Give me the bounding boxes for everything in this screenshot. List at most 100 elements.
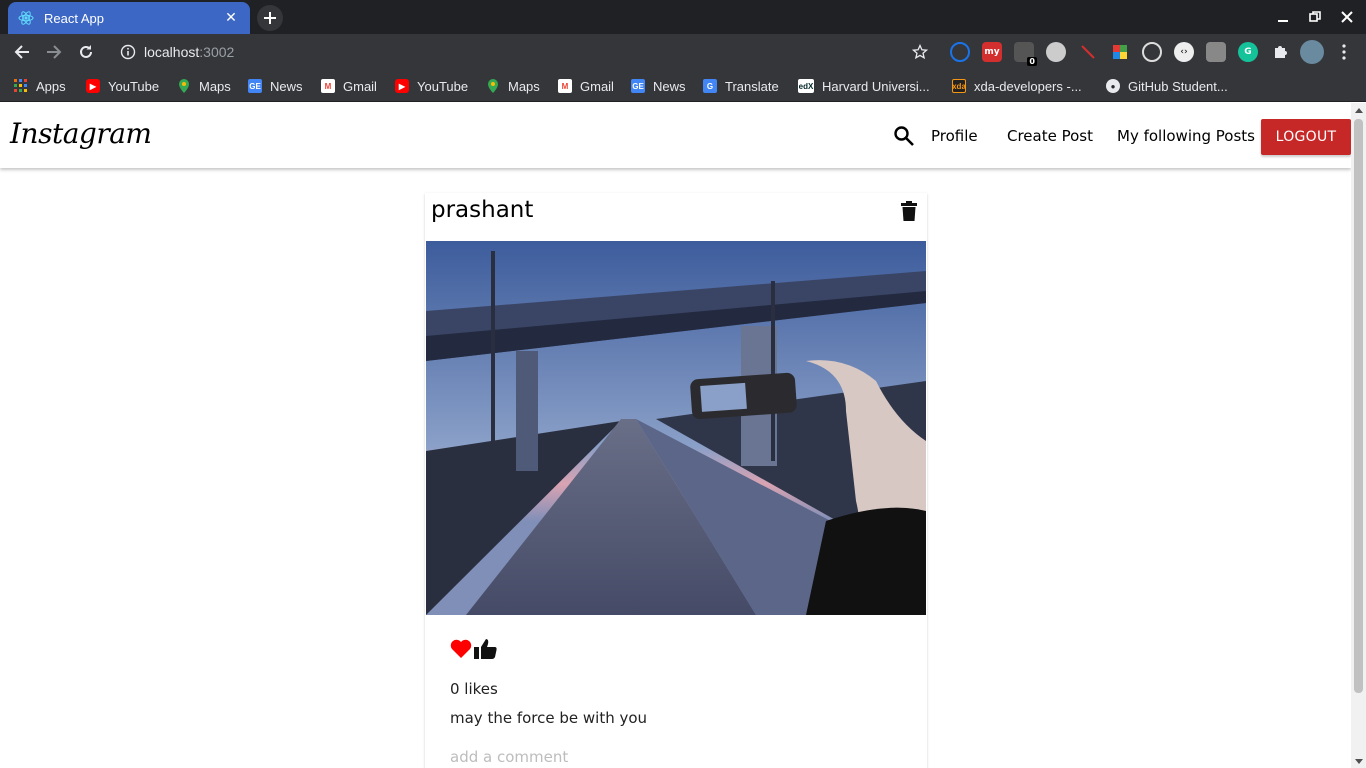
tab-react-app[interactable]: React App ✕ [8, 2, 250, 34]
bookmark-label: GitHub Student... [1128, 78, 1228, 94]
extension-target-icon[interactable] [1142, 42, 1162, 62]
kebab-menu-icon [1342, 44, 1346, 60]
like-heart-button[interactable] [450, 639, 472, 663]
bookmark-label: Translate [725, 78, 779, 94]
bookmark-xda[interactable]: xda xda-developers -... [952, 77, 1082, 95]
restore-icon [1309, 11, 1321, 22]
reload-button[interactable] [74, 40, 98, 64]
bookmark-label: News [270, 78, 303, 94]
restore-window-button[interactable] [1299, 0, 1331, 34]
logout-button[interactable]: LOGOUT [1261, 119, 1351, 155]
extension-counter-icon[interactable]: 0 [1014, 42, 1037, 66]
thumbs-up-icon [474, 639, 497, 659]
profile-avatar[interactable] [1300, 40, 1324, 64]
post-caption: may the force be with you [450, 709, 648, 727]
bookmark-gmail[interactable]: M Gmail [558, 77, 614, 95]
grammarly-icon[interactable]: G [1238, 42, 1258, 62]
post-actions [450, 638, 498, 664]
new-tab-button[interactable] [257, 5, 283, 31]
bookmark-news[interactable]: GE News [631, 77, 686, 95]
maps-icon [177, 79, 191, 93]
nav-create-post-link[interactable]: Create Post [1007, 127, 1093, 145]
bookmark-harvard[interactable]: edX Harvard Universi... [798, 77, 930, 95]
bookmark-maps[interactable]: Maps [486, 77, 540, 95]
scroll-up-arrow-icon[interactable] [1351, 103, 1366, 117]
post-photo [426, 241, 926, 615]
extension-color-picker-icon[interactable] [1110, 42, 1130, 62]
reload-icon [80, 45, 92, 58]
page-scrollbar[interactable] [1351, 103, 1366, 768]
tab-title: React App [44, 10, 104, 26]
news-icon: GE [248, 79, 262, 93]
gmail-icon: M [321, 79, 335, 93]
extension-my-icon[interactable]: my [982, 42, 1002, 62]
extension-blue-ring-icon[interactable] [950, 42, 970, 62]
bookmarks-bar: Apps ▶ YouTube Maps GE News M Gmail ▶ Yo… [0, 70, 1366, 102]
translate-icon: G [703, 79, 717, 93]
extension-code-icon[interactable]: ‹› [1174, 42, 1194, 62]
extension-gray-icon[interactable] [1206, 42, 1226, 62]
slash-icon [1081, 45, 1095, 59]
extension-badge: 0 [1027, 57, 1037, 66]
extensions-puzzle-button[interactable] [1270, 42, 1290, 62]
search-icon [894, 126, 914, 146]
bookmark-news[interactable]: GE News [248, 77, 303, 95]
bookmark-label: YouTube [108, 78, 160, 94]
search-button[interactable] [893, 125, 915, 147]
xda-icon: xda [952, 79, 966, 93]
delete-post-button[interactable] [901, 201, 917, 221]
post-card: prashant 0 likes may the force be with y… [425, 193, 927, 768]
extension-slash-icon[interactable] [1078, 42, 1098, 62]
back-button[interactable] [10, 40, 34, 64]
arrow-right-icon [47, 45, 62, 59]
bookmark-maps[interactable]: Maps [177, 77, 231, 95]
star-icon [912, 44, 928, 60]
extension-circle-icon[interactable] [1046, 42, 1066, 62]
app-navbar: Instagram Profile Create Post My followi… [0, 103, 1351, 168]
color-wheel-icon [1113, 45, 1127, 59]
youtube-icon: ▶ [395, 79, 409, 93]
trash-icon [901, 201, 917, 221]
scroll-down-arrow-icon[interactable] [1351, 754, 1366, 768]
puzzle-icon [1275, 46, 1287, 58]
minimize-icon [1278, 20, 1288, 22]
bookmark-apps[interactable]: Apps [14, 77, 66, 95]
bookmark-youtube[interactable]: ▶ YouTube [395, 77, 468, 95]
gmail-icon: M [558, 79, 572, 93]
url-port: :3002 [199, 44, 235, 60]
post-username[interactable]: prashant [431, 197, 533, 223]
arrow-left-icon [14, 45, 29, 59]
bookmark-label: News [653, 78, 686, 94]
bookmark-github[interactable]: ● GitHub Student... [1106, 77, 1228, 95]
browser-tab-strip: React App ✕ [0, 0, 1366, 34]
edx-icon: edX [798, 79, 814, 93]
bookmark-label: Maps [508, 78, 540, 94]
thumbs-up-button[interactable] [474, 638, 498, 664]
bookmark-label: Gmail [343, 78, 377, 94]
bookmark-youtube[interactable]: ▶ YouTube [86, 77, 159, 95]
minimize-window-button[interactable] [1267, 0, 1299, 34]
nav-following-posts-link[interactable]: My following Posts [1117, 127, 1255, 145]
bookmark-gmail[interactable]: M Gmail [321, 77, 377, 95]
address-bar[interactable]: localhost:3002 [108, 37, 942, 67]
plus-icon [264, 12, 276, 24]
info-icon[interactable] [120, 44, 136, 60]
forward-button[interactable] [42, 40, 66, 64]
news-icon: GE [631, 79, 645, 93]
bookmark-label: Gmail [580, 78, 614, 94]
bookmark-label: xda-developers -... [974, 78, 1082, 94]
close-tab-icon[interactable]: ✕ [222, 10, 240, 26]
scrollbar-thumb[interactable] [1354, 119, 1363, 693]
apps-grid-icon [14, 79, 28, 93]
react-icon [18, 10, 34, 26]
heart-icon [450, 639, 472, 658]
post-image [426, 241, 926, 615]
page-viewport: Instagram Profile Create Post My followi… [0, 103, 1366, 768]
close-window-button[interactable] [1331, 0, 1363, 34]
comment-input[interactable] [450, 746, 902, 768]
browser-menu-button[interactable] [1334, 42, 1354, 62]
bookmark-star-button[interactable] [908, 40, 932, 64]
brand-logo[interactable]: Instagram [10, 117, 152, 150]
nav-profile-link[interactable]: Profile [931, 127, 978, 145]
bookmark-translate[interactable]: G Translate [703, 77, 779, 95]
